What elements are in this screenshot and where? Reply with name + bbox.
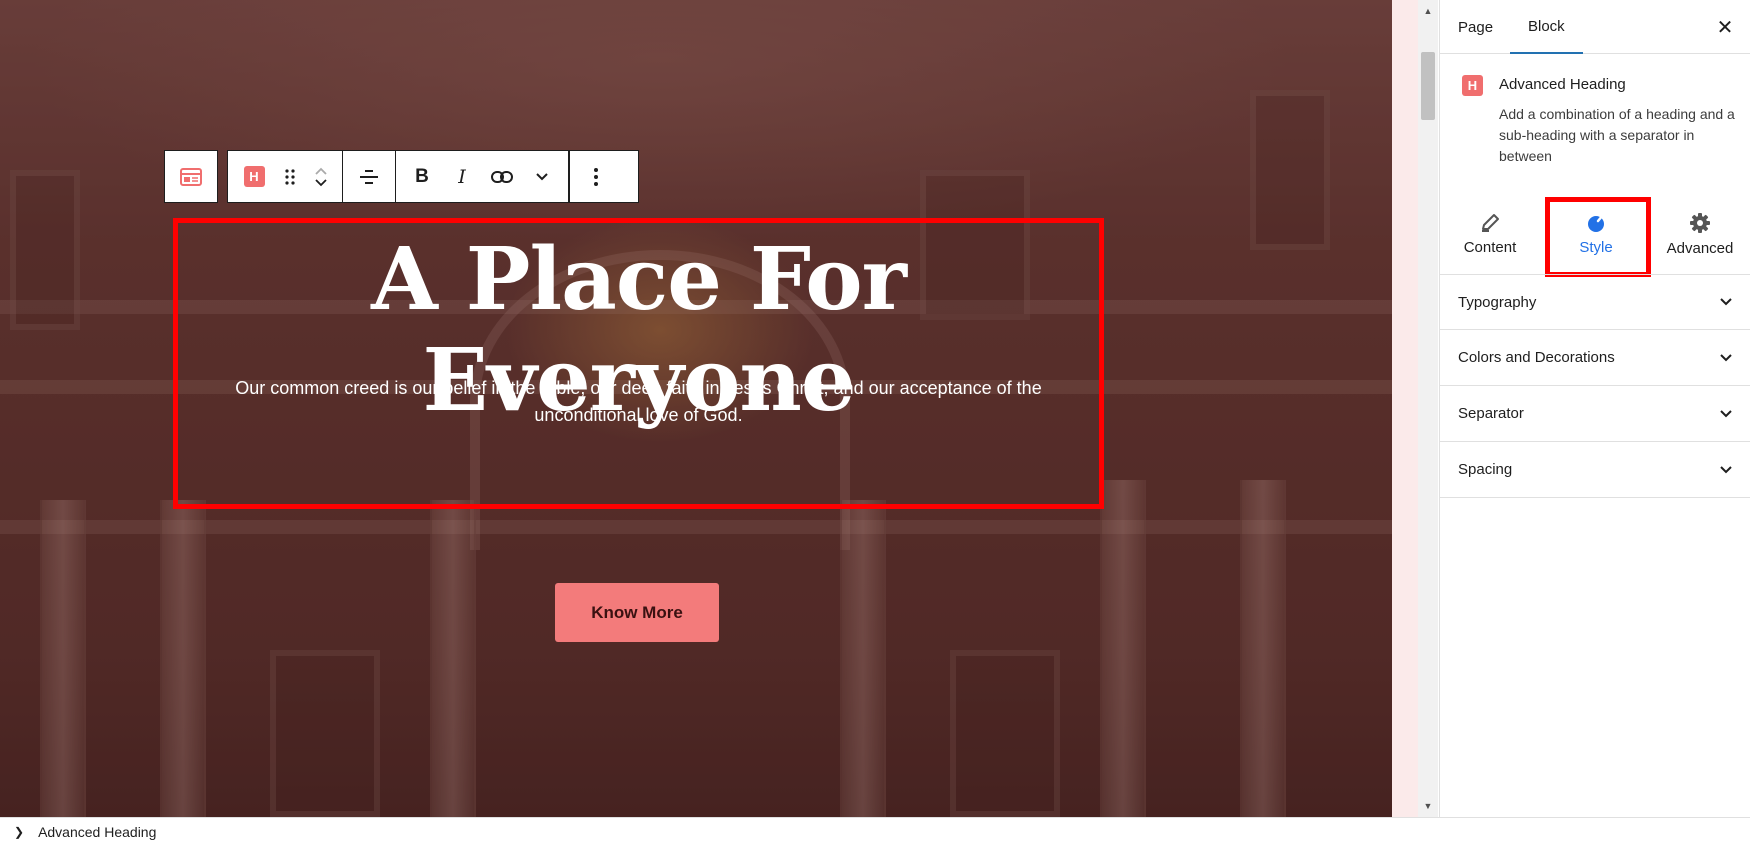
panel-spacing[interactable]: Spacing bbox=[1440, 442, 1750, 498]
style-panels: Typography Colors and Decorations Separa… bbox=[1440, 274, 1750, 498]
italic-icon: I bbox=[458, 165, 466, 188]
heading-subtitle[interactable]: Our common creed is our belief in the Bi… bbox=[208, 375, 1069, 429]
bold-button[interactable]: B bbox=[402, 157, 442, 197]
more-formats-button[interactable] bbox=[522, 157, 562, 197]
scroll-up-arrow-icon[interactable]: ▲ bbox=[1418, 2, 1438, 20]
tab-content[interactable]: Content bbox=[1440, 194, 1540, 274]
canvas-scrollbar[interactable]: ▲ ▼ bbox=[1418, 0, 1438, 817]
block-options-button[interactable] bbox=[576, 157, 616, 197]
chevron-down-icon bbox=[1720, 409, 1732, 417]
heading-block-icon: H bbox=[243, 166, 265, 187]
select-parent-block-button[interactable] bbox=[164, 150, 218, 203]
tab-page[interactable]: Page bbox=[1440, 0, 1511, 54]
tab-content-label: Content bbox=[1463, 238, 1517, 256]
panel-typography[interactable]: Typography bbox=[1440, 274, 1750, 330]
tab-block[interactable]: Block bbox=[1510, 0, 1583, 54]
move-down-icon[interactable] bbox=[313, 177, 329, 189]
block-description: Add a combination of a heading and a sub… bbox=[1499, 106, 1735, 164]
tab-advanced[interactable]: Advanced bbox=[1650, 194, 1750, 274]
link-icon bbox=[491, 170, 513, 183]
italic-button[interactable]: I bbox=[442, 157, 482, 197]
advanced-heading-block[interactable]: A Place For Everyone Our common creed is… bbox=[173, 218, 1104, 509]
parent-block-icon bbox=[180, 167, 202, 186]
close-icon[interactable]: ✕ bbox=[1712, 14, 1738, 40]
align-button[interactable] bbox=[349, 157, 389, 197]
move-buttons bbox=[306, 165, 336, 189]
panel-spacing-label: Spacing bbox=[1458, 461, 1513, 478]
style-tab-highlight bbox=[1545, 197, 1651, 277]
canvas-gutter bbox=[1392, 0, 1418, 817]
more-formats-chevron-icon bbox=[536, 172, 548, 180]
pencil-icon bbox=[1482, 213, 1499, 232]
editor-canvas: H B I A Place For Everyone Our common cr… bbox=[0, 0, 1392, 817]
options-kebab-icon bbox=[594, 167, 598, 186]
panel-separator-label: Separator bbox=[1458, 405, 1524, 422]
chevron-down-icon bbox=[1720, 465, 1732, 473]
link-button[interactable] bbox=[482, 157, 522, 197]
gear-icon bbox=[1690, 212, 1710, 233]
drag-handle-icon bbox=[285, 168, 295, 185]
chevron-down-icon bbox=[1720, 298, 1732, 306]
scroll-down-arrow-icon[interactable]: ▼ bbox=[1418, 797, 1438, 815]
know-more-button[interactable]: Know More bbox=[555, 583, 719, 642]
block-name: Advanced Heading bbox=[1499, 76, 1626, 93]
bold-icon: B bbox=[415, 165, 429, 187]
move-up-icon[interactable] bbox=[313, 165, 329, 177]
breadcrumb-advanced-heading[interactable]: Advanced Heading bbox=[38, 824, 156, 840]
chevron-down-icon bbox=[1720, 353, 1732, 361]
block-breadcrumb-bar: ❯ Advanced Heading bbox=[0, 817, 1750, 845]
align-icon bbox=[360, 169, 378, 184]
chevron-right-icon[interactable]: ❯ bbox=[14, 825, 24, 839]
scroll-thumb[interactable] bbox=[1421, 52, 1435, 120]
panel-colors-and-decorations[interactable]: Colors and Decorations bbox=[1440, 330, 1750, 386]
tab-advanced-label: Advanced bbox=[1666, 239, 1734, 257]
panel-separator[interactable]: Separator bbox=[1440, 386, 1750, 442]
block-toolbar: H B I bbox=[227, 150, 639, 203]
block-type-button[interactable]: H bbox=[234, 157, 274, 197]
panel-colors-label: Colors and Decorations bbox=[1458, 349, 1615, 366]
sidebar-tabs: Page Block ✕ bbox=[1440, 0, 1750, 54]
block-type-icon: H bbox=[1462, 75, 1483, 96]
panel-typography-label: Typography bbox=[1458, 293, 1537, 311]
drag-handle-button[interactable] bbox=[274, 157, 306, 197]
